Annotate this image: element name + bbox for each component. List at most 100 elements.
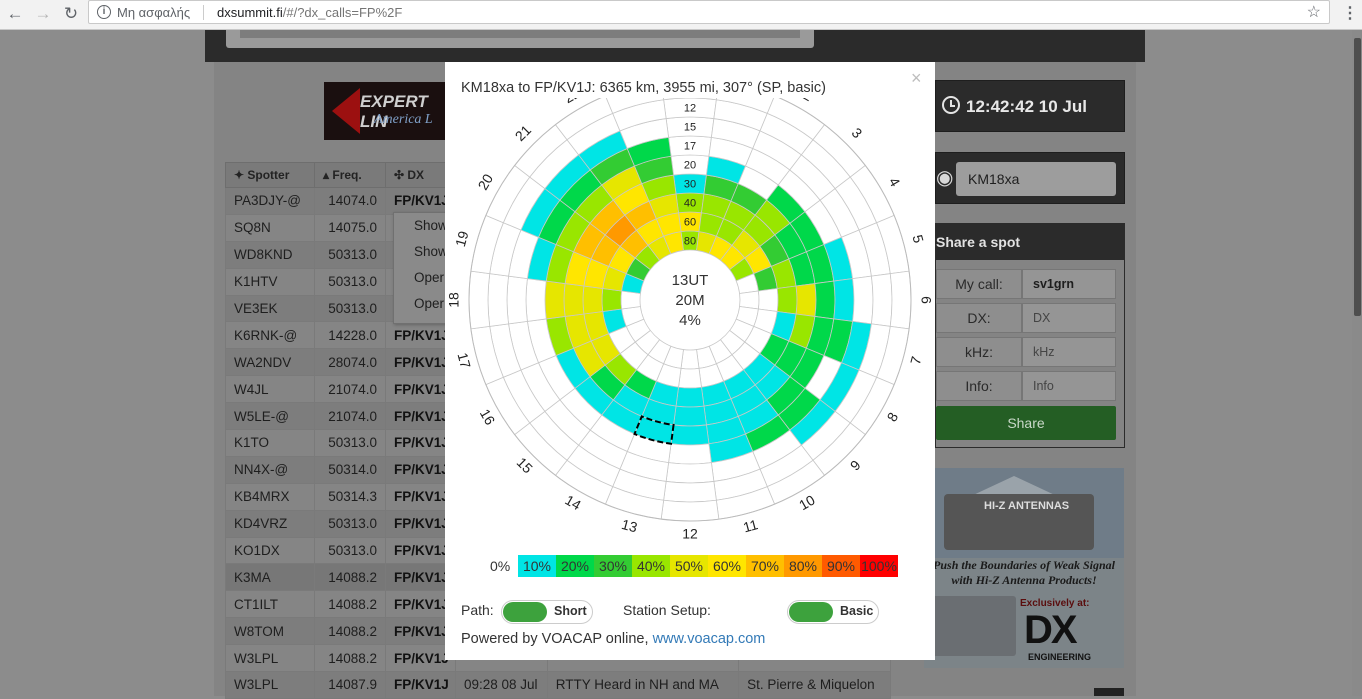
- heatmap-cell: [601, 288, 623, 312]
- address-bar[interactable]: i Μη ασφαλής dxsummit.fi/#/?dx_calls=FP%…: [88, 0, 1330, 24]
- close-icon[interactable]: ×: [911, 68, 922, 89]
- band-label: 17: [684, 141, 696, 153]
- cell-spotter[interactable]: VE3EK: [225, 294, 315, 323]
- hour-label: 11: [741, 516, 759, 535]
- utc-clock: 12:42:42 10 Jul: [935, 80, 1125, 132]
- cell-dx[interactable]: FP/KV1J: [385, 671, 456, 699]
- share-panel-title: Share a spot: [936, 224, 1124, 260]
- field-row-dx: DX: DX: [936, 303, 1124, 337]
- forward-icon[interactable]: →: [32, 3, 54, 25]
- voacap-link[interactable]: www.voacap.com: [653, 631, 766, 647]
- field-row-info: Info: Info: [936, 371, 1124, 405]
- heatmap-cell: [739, 290, 760, 310]
- path-toggle[interactable]: Short: [501, 600, 593, 624]
- bookmark-star-icon[interactable]: ☆: [1307, 2, 1321, 22]
- clock-time: 12:42:42 10 Jul: [966, 97, 1087, 116]
- scrollbar-thumb[interactable]: [1354, 38, 1361, 316]
- cell-spotter[interactable]: K6RNK-@: [225, 321, 315, 350]
- cell-freq: 50313.0: [314, 536, 386, 565]
- cell-spotter[interactable]: CT1ILT: [225, 590, 315, 619]
- hi-z-antennas-ad[interactable]: HI-Z ANTENNAS Push the Boundaries of Wea…: [924, 468, 1124, 668]
- cell-spotter[interactable]: WA2NDV: [225, 348, 315, 377]
- modal-title: KM18xa to FP/KV1J: 6365 km, 3955 mi, 307…: [461, 80, 826, 96]
- toggle-knob: [503, 602, 547, 622]
- field-label: Info:: [936, 371, 1022, 401]
- cell-info: RTTY Heard in NH and MA: [546, 671, 740, 699]
- cell-spotter[interactable]: KB4MRX: [225, 482, 315, 511]
- info-icon[interactable]: i: [97, 5, 111, 19]
- column-header-freq[interactable]: ▴ Freq.: [314, 162, 386, 188]
- context-menu-item[interactable]: Show: [394, 239, 448, 265]
- cell-freq: 21074.0: [314, 375, 386, 404]
- cell-spotter[interactable]: K1HTV: [225, 267, 315, 296]
- heatmap-cell: [852, 275, 874, 325]
- cell-spotter[interactable]: W3LPL: [225, 671, 315, 699]
- cell-spotter[interactable]: K3MA: [225, 563, 315, 592]
- browser-toolbar: ← → ↻ i Μη ασφαλής dxsummit.fi/#/?dx_cal…: [0, 0, 1362, 30]
- share-button[interactable]: Share: [936, 406, 1116, 440]
- heatmap-cell: [814, 280, 836, 320]
- reload-icon[interactable]: ↻: [60, 3, 82, 25]
- heatmap-cell: [678, 367, 702, 389]
- cell-spotter[interactable]: K1TO: [225, 429, 315, 457]
- cell-freq: 14088.2: [314, 590, 386, 619]
- heatmap-cell: [544, 280, 566, 320]
- heatmap-cell: [889, 270, 912, 330]
- station-setup-label: Station Setup:: [623, 602, 711, 618]
- cell-spotter[interactable]: WD8KND: [225, 240, 315, 269]
- heatmap-cell: [795, 283, 817, 317]
- cell-spotter[interactable]: PA3DJY-@: [225, 187, 315, 215]
- hour-label: 2: [801, 98, 816, 104]
- cell-spotter[interactable]: KO1DX: [225, 536, 315, 565]
- cell-spotter[interactable]: W5LE-@: [225, 402, 315, 431]
- hour-label: 21: [512, 122, 534, 144]
- table-row[interactable]: W3LPL 14087.9 FP/KV1J 09:28 08 Jul RTTY Hear…: [225, 671, 891, 699]
- hour-label: 12: [682, 526, 698, 542]
- locator-input[interactable]: KM18xa: [956, 162, 1116, 196]
- legend-swatch: 100%: [860, 555, 898, 577]
- cell-freq: 28074.0: [314, 348, 386, 377]
- context-menu-item[interactable]: Oper: [394, 291, 448, 317]
- expert-linears-banner[interactable]: EXPERT LIN America L: [324, 82, 446, 140]
- hour-label: 22: [561, 98, 583, 106]
- field-row-khz: kHz: kHz: [936, 337, 1124, 371]
- hour-label: 19: [452, 229, 472, 248]
- cell-freq: 50313.0: [314, 267, 386, 296]
- cell-spotter[interactable]: W4JL: [225, 375, 315, 404]
- legend-swatch: 90%: [822, 555, 860, 577]
- context-menu-item[interactable]: Oper: [394, 265, 448, 291]
- cell-spotter[interactable]: NN4X-@: [225, 455, 315, 484]
- hour-label: 13: [620, 516, 639, 536]
- clock-icon: [942, 96, 960, 114]
- cell-freq: 50313.0: [314, 240, 386, 269]
- browser-menu-icon[interactable]: ⋮: [1342, 3, 1358, 23]
- hour-label: 9: [847, 457, 864, 474]
- my-call-input[interactable]: sv1grn: [1022, 269, 1116, 299]
- path-toggle-label: Short: [554, 604, 587, 618]
- column-header-spotter[interactable]: ✦ Spotter: [225, 162, 315, 188]
- toggle-knob: [789, 602, 833, 622]
- band-label: 80: [684, 236, 696, 248]
- cell-spotter[interactable]: W3LPL: [225, 644, 315, 673]
- cell-spotter[interactable]: W8TOM: [225, 617, 315, 646]
- context-menu-item[interactable]: Show: [394, 213, 448, 239]
- heatmap-cell: [582, 285, 604, 315]
- dx-input[interactable]: DX: [1022, 303, 1116, 333]
- url-text[interactable]: dxsummit.fi/#/?dx_calls=FP%2F: [217, 5, 402, 20]
- heatmap-cell: [663, 480, 717, 503]
- info-input[interactable]: Info: [1022, 371, 1116, 401]
- heatmap-cell: [673, 405, 707, 427]
- center-label: 20M: [675, 292, 704, 309]
- khz-input[interactable]: kHz: [1022, 337, 1116, 367]
- band-label: 20: [684, 160, 696, 172]
- hour-label: 6: [918, 296, 934, 304]
- separator: [203, 5, 204, 20]
- cell-spotter[interactable]: SQ8N: [225, 213, 315, 242]
- cell-spotter[interactable]: KD4VRZ: [225, 509, 315, 538]
- station-setup-toggle[interactable]: Basic: [787, 600, 879, 624]
- back-icon[interactable]: ←: [4, 3, 26, 25]
- options-row: Path: Short Station Setup: Basic: [461, 600, 921, 624]
- cell-freq: 50314.0: [314, 455, 386, 484]
- cell-freq: 14088.2: [314, 617, 386, 646]
- band-label: 15: [684, 122, 696, 134]
